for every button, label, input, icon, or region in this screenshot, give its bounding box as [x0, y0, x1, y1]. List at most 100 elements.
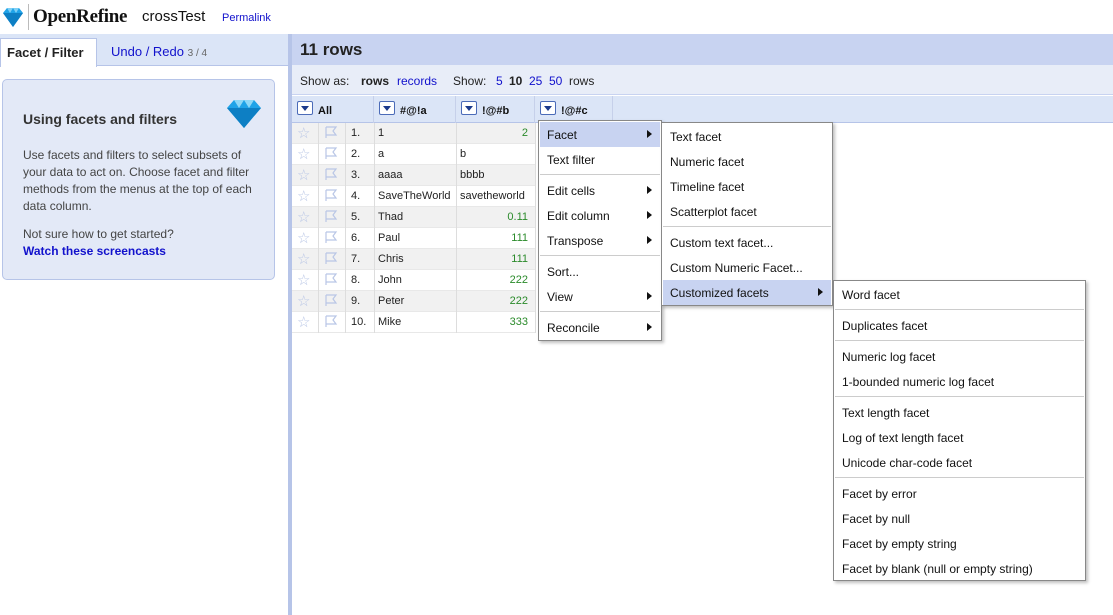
menu-item-facet[interactable]: Facet — [540, 122, 660, 147]
permalink-link[interactable]: Permalink — [222, 12, 271, 24]
flag-icon[interactable] — [324, 189, 338, 202]
submenu-arrow-icon — [647, 186, 652, 194]
menu-item-facet-by-null[interactable]: Facet by null — [835, 506, 1084, 531]
cell-a[interactable]: SaveTheWorld — [378, 190, 451, 202]
star-icon[interactable]: ☆ — [297, 168, 310, 183]
flag-icon[interactable] — [324, 294, 338, 307]
cell-a[interactable]: John — [378, 274, 402, 286]
menu-item-scatterplot-facet[interactable]: Scatterplot facet — [663, 199, 831, 224]
column-menu-button[interactable] — [540, 101, 556, 115]
column-header-all[interactable]: All — [292, 96, 374, 123]
cell-b[interactable]: savetheworld — [460, 190, 528, 202]
menu-item-facet-by-empty[interactable]: Facet by empty string — [835, 531, 1084, 556]
star-icon[interactable]: ☆ — [297, 252, 310, 267]
cell-b[interactable]: b — [460, 148, 528, 160]
project-name[interactable]: crossTest — [142, 8, 205, 25]
table-row: ☆ 1. 1 2 — [292, 123, 535, 144]
facet-submenu: Text facet Numeric facet Timeline facet … — [661, 122, 833, 306]
flag-icon[interactable] — [324, 231, 338, 244]
cell-a[interactable]: Mike — [378, 316, 401, 328]
flag-icon[interactable] — [324, 147, 338, 160]
cell-b[interactable]: 2 — [460, 127, 528, 139]
show-as-label: Show as: — [300, 74, 350, 88]
menu-item-numeric-log-facet[interactable]: Numeric log facet — [835, 344, 1084, 369]
menu-item-facet-by-error[interactable]: Facet by error — [835, 481, 1084, 506]
menu-item-label: Scatterplot facet — [670, 205, 757, 219]
menu-item-custom-numeric-facet[interactable]: Custom Numeric Facet... — [663, 255, 831, 280]
star-icon[interactable]: ☆ — [297, 210, 310, 225]
column-header-c[interactable]: !@#c — [535, 96, 613, 123]
menu-item-label: Text length facet — [842, 406, 930, 420]
menu-item-text-facet[interactable]: Text facet — [663, 124, 831, 149]
page-size-5[interactable]: 5 — [496, 74, 503, 88]
table-row: ☆ 7. Chris 111 — [292, 249, 535, 270]
cell-b[interactable]: 0.11 — [460, 211, 528, 223]
menu-item-log-text-length-facet[interactable]: Log of text length facet — [835, 425, 1084, 450]
tab-facet-filter[interactable]: Facet / Filter — [0, 38, 97, 67]
cell-a[interactable]: aaaa — [378, 169, 402, 181]
menu-separator — [835, 477, 1084, 478]
menu-item-numeric-facet[interactable]: Numeric facet — [663, 149, 831, 174]
menu-item-sort[interactable]: Sort... — [540, 259, 660, 284]
menu-item-edit-column[interactable]: Edit column — [540, 203, 660, 228]
menu-item-custom-text-facet[interactable]: Custom text facet... — [663, 230, 831, 255]
show-as-records-link[interactable]: records — [397, 74, 437, 88]
menu-item-customized-facets[interactable]: Customized facets — [663, 280, 831, 305]
menu-item-text-length-facet[interactable]: Text length facet — [835, 400, 1084, 425]
brand-name[interactable]: OpenRefine — [33, 6, 127, 28]
menu-item-bounded-log-facet[interactable]: 1-bounded numeric log facet — [835, 369, 1084, 394]
show-as-rows[interactable]: rows — [361, 74, 389, 88]
menu-item-edit-cells[interactable]: Edit cells — [540, 178, 660, 203]
menu-item-word-facet[interactable]: Word facet — [835, 282, 1084, 307]
column-header-b[interactable]: !@#b — [456, 96, 535, 123]
star-icon[interactable]: ☆ — [297, 147, 310, 162]
star-icon[interactable]: ☆ — [297, 231, 310, 246]
star-icon[interactable]: ☆ — [297, 126, 310, 141]
cell-a[interactable]: Chris — [378, 253, 404, 265]
row-number: 8. — [351, 274, 361, 286]
menu-item-timeline-facet[interactable]: Timeline facet — [663, 174, 831, 199]
page-size-10[interactable]: 10 — [509, 74, 522, 88]
flag-icon[interactable] — [324, 315, 338, 328]
cell-b[interactable]: bbbb — [460, 169, 528, 181]
star-icon[interactable]: ☆ — [297, 273, 310, 288]
tab-undo-redo[interactable]: Undo / Redo 3 / 4 — [105, 38, 213, 66]
column-header-a[interactable]: #@!a — [374, 96, 456, 123]
grid-line — [535, 123, 536, 333]
cell-b[interactable]: 333 — [460, 316, 528, 328]
menu-item-unicode-facet[interactable]: Unicode char-code facet — [835, 450, 1084, 475]
star-icon[interactable]: ☆ — [297, 189, 310, 204]
menu-item-transpose[interactable]: Transpose — [540, 228, 660, 253]
cell-a[interactable]: a — [378, 148, 384, 160]
cell-b[interactable]: 222 — [460, 295, 528, 307]
cell-a[interactable]: Thad — [378, 211, 403, 223]
cell-a[interactable]: Paul — [378, 232, 400, 244]
flag-icon[interactable] — [324, 252, 338, 265]
page-size-25[interactable]: 25 — [529, 74, 542, 88]
flag-icon[interactable] — [324, 168, 338, 181]
cell-a[interactable]: Peter — [378, 295, 404, 307]
table-row: ☆ 9. Peter 222 — [292, 291, 535, 312]
menu-item-text-filter[interactable]: Text filter — [540, 147, 660, 172]
cell-b[interactable]: 111 — [460, 232, 528, 244]
screencasts-link[interactable]: Watch these screencasts — [23, 244, 166, 258]
flag-icon[interactable] — [324, 273, 338, 286]
column-menu-button[interactable] — [379, 101, 395, 115]
column-menu-button[interactable] — [297, 101, 313, 115]
openrefine-logo-icon[interactable] — [1, 7, 25, 28]
flag-icon[interactable] — [324, 210, 338, 223]
menu-item-facet-by-blank[interactable]: Facet by blank (null or empty string) — [835, 556, 1084, 581]
cell-b[interactable]: 111 — [460, 253, 528, 265]
page-size-50[interactable]: 50 — [549, 74, 562, 88]
submenu-arrow-icon — [818, 288, 823, 296]
star-icon[interactable]: ☆ — [297, 294, 310, 309]
flag-icon[interactable] — [324, 126, 338, 139]
menu-item-duplicates-facet[interactable]: Duplicates facet — [835, 313, 1084, 338]
menu-separator — [540, 255, 660, 256]
menu-item-reconcile[interactable]: Reconcile — [540, 315, 660, 340]
star-icon[interactable]: ☆ — [297, 315, 310, 330]
column-menu-button[interactable] — [461, 101, 477, 115]
menu-item-view[interactable]: View — [540, 284, 660, 309]
cell-a[interactable]: 1 — [378, 127, 384, 139]
cell-b[interactable]: 222 — [460, 274, 528, 286]
